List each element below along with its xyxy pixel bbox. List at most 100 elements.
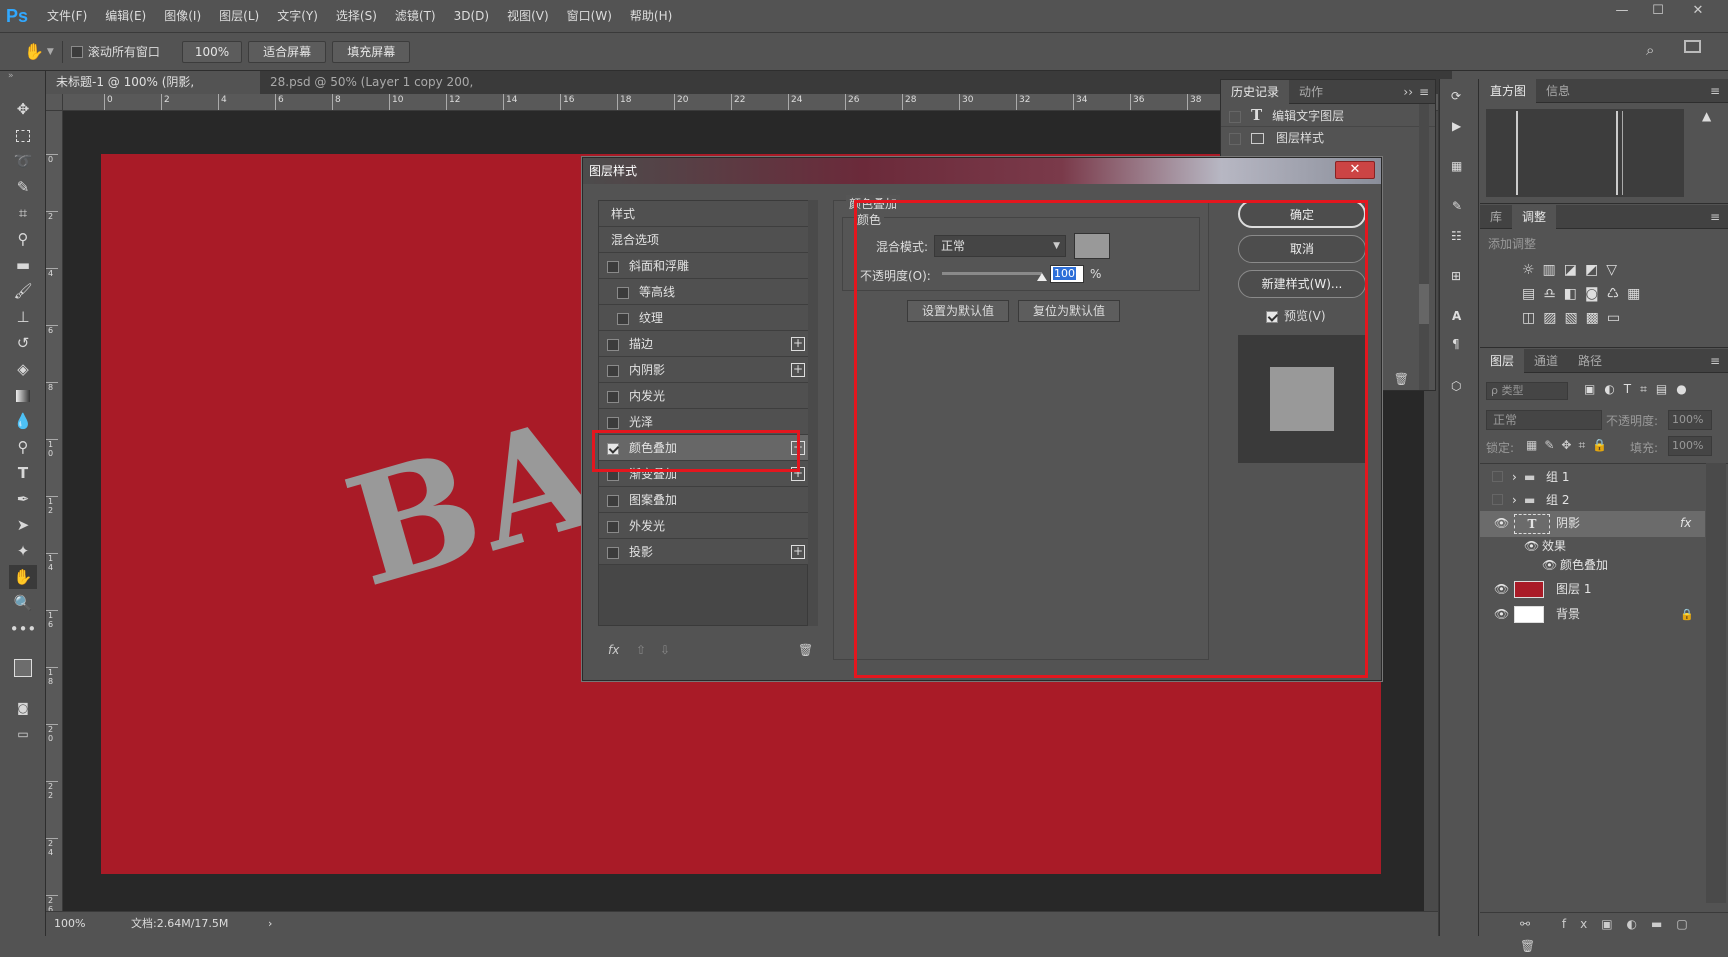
style-checkbox[interactable] [617, 286, 629, 299]
menu-item[interactable]: 3D(D) [445, 0, 498, 33]
menu-item[interactable]: 视图(V) [498, 0, 558, 33]
hand-tool-icon[interactable]: ✋ [24, 42, 44, 61]
style-checkbox[interactable] [607, 546, 619, 559]
clone-stamp-icon[interactable]: ⊥ [9, 305, 37, 329]
effects-row[interactable]: 👁 效果 [1480, 537, 1705, 556]
layer-row-group[interactable]: › ▬ 组 1 [1480, 465, 1705, 490]
layer-footer-icons[interactable]: ⚯ fx▣◐▬▢🗑 [1480, 912, 1728, 953]
hand-tool-selected-icon[interactable]: ✋ [9, 565, 37, 589]
tab-layers[interactable]: 图层 [1480, 349, 1525, 373]
panel-menu-icon[interactable]: ≡ [1419, 80, 1429, 104]
tab-paths[interactable]: 路径 [1568, 349, 1612, 373]
chevron-right-icon[interactable]: › [1512, 465, 1517, 490]
arrow-up-icon[interactable]: ⇧ [636, 643, 646, 657]
opacity-input[interactable]: 100% [1668, 410, 1712, 430]
clone-source-icon[interactable]: ⊞ [1451, 269, 1461, 283]
chevron-down-icon[interactable]: ▼ [47, 47, 54, 57]
tab-adjustments[interactable]: 调整 [1512, 205, 1557, 229]
panel-menu-icon[interactable]: ≡ [1710, 79, 1720, 103]
style-checkbox[interactable] [607, 390, 619, 403]
style-item[interactable]: 外发光 [599, 513, 809, 539]
eraser-tool-icon[interactable]: ◈ [9, 357, 37, 381]
warning-icon[interactable]: ▲ [1702, 109, 1711, 123]
style-checkbox[interactable] [607, 520, 619, 533]
doc-tab[interactable]: 28.psd @ 50% (Layer 1 copy 200, RGB/8) *… [260, 71, 520, 112]
layer-filter-select[interactable]: ρ 类型 [1486, 382, 1568, 400]
eye-icon[interactable]: 👁 [1542, 556, 1557, 575]
brush-tool-icon[interactable]: 🖌 [9, 279, 37, 303]
trash-icon[interactable]: 🗑 [1394, 372, 1409, 386]
fx-icon[interactable]: fx [1680, 511, 1691, 536]
style-item[interactable]: 图案叠加 [599, 487, 809, 513]
path-select-icon[interactable]: ➤ [9, 513, 37, 537]
menu-item[interactable]: 窗口(W) [558, 0, 621, 33]
style-checkbox[interactable] [607, 416, 619, 429]
add-effect-icon[interactable]: + [791, 545, 805, 559]
screen-mode-icon[interactable]: ▭ [9, 722, 37, 746]
fit-screen-button[interactable]: 适合屏幕 [248, 40, 327, 63]
menu-item[interactable]: 图像(I) [155, 0, 210, 33]
brush-preset-icon[interactable]: ✎ [1452, 199, 1462, 213]
panel-menu-icon[interactable]: ≡ [1710, 349, 1720, 373]
tab-info[interactable]: 信息 [1536, 79, 1580, 103]
layer-row-selected[interactable]: 👁 T 阴影 fx [1480, 511, 1705, 537]
fill-input[interactable]: 100% [1668, 436, 1712, 456]
blur-tool-icon[interactable]: 💧 [9, 409, 37, 433]
arrow-down-icon[interactable]: ⇩ [660, 643, 670, 657]
adjustment-icons[interactable]: ☼▥◪◩▽ ▤♎◧◙♺▦ ◫▨▧▩▭ [1480, 258, 1728, 330]
menu-item[interactable]: 滤镜(T) [386, 0, 445, 33]
effect-row-color-overlay[interactable]: 👁 颜色叠加 [1480, 556, 1705, 575]
properties-icon[interactable]: ▦ [1451, 159, 1462, 173]
3d-icon[interactable]: ⬡ [1451, 379, 1461, 393]
fx-icon[interactable]: fx [608, 643, 619, 657]
style-checkbox[interactable] [607, 364, 619, 377]
quick-select-icon[interactable]: ✎ [9, 175, 37, 199]
zoom-100-button[interactable]: 100% [181, 40, 243, 63]
actions-play-icon[interactable]: ▶ [1452, 119, 1461, 133]
lock-icons[interactable]: ▦✎✥⌗🔒 [1526, 438, 1614, 453]
eye-icon[interactable]: 👁 [1494, 577, 1509, 602]
paragraph-icon[interactable]: ¶ [1452, 337, 1460, 351]
eyedropper-icon[interactable]: ⚲ [9, 227, 37, 251]
maximize-button[interactable]: ☐ [1640, 0, 1676, 22]
healing-brush-icon[interactable]: ▬ [9, 253, 37, 277]
eye-icon[interactable]: 👁 [1494, 602, 1509, 627]
style-checkbox[interactable] [607, 338, 619, 351]
tab-histogram[interactable]: 直方图 [1480, 79, 1537, 103]
style-item[interactable]: 内发光 [599, 383, 809, 409]
dodge-tool-icon[interactable]: ⚲ [9, 435, 37, 459]
menu-item[interactable]: 帮助(H) [621, 0, 681, 33]
style-item[interactable]: 内阴影 + [599, 357, 809, 383]
shape-tool-icon[interactable]: ✦ [9, 539, 37, 563]
character-icon[interactable]: A [1452, 309, 1461, 323]
menu-item[interactable]: 文字(Y) [268, 0, 327, 33]
panel-expand-icon[interactable]: ›› [1403, 80, 1413, 104]
crop-tool-icon[interactable]: ⌗ [9, 201, 37, 225]
eye-icon[interactable]: 👁 [1524, 537, 1539, 556]
history-item[interactable]: 图层样式 [1221, 127, 1435, 150]
sliders-icon[interactable]: ☷ [1451, 229, 1462, 243]
menu-item[interactable]: 图层(L) [210, 0, 268, 33]
eye-icon[interactable]: 👁 [1494, 511, 1509, 536]
style-item[interactable]: 混合选项 [599, 227, 809, 253]
marquee-tool-icon[interactable] [9, 123, 37, 147]
dialog-close-button[interactable]: ✕ [1335, 161, 1375, 179]
quick-mask-icon[interactable]: ◙ [9, 696, 37, 720]
status-zoom[interactable]: 100% [54, 912, 85, 936]
fill-screen-button[interactable]: 填充屏幕 [332, 40, 411, 63]
style-item[interactable]: 等高线 [599, 279, 809, 305]
tab-history[interactable]: 历史记录 [1221, 80, 1290, 104]
layer-filter-icons[interactable]: ▣◐T⌗▤● [1584, 382, 1696, 397]
style-checkbox[interactable] [607, 494, 619, 507]
gradient-tool-icon[interactable] [9, 383, 37, 407]
layer-row-group[interactable]: › ▬ 组 2 [1480, 488, 1705, 513]
add-effect-icon[interactable]: + [791, 337, 805, 351]
chevron-right-icon[interactable]: › [1512, 488, 1517, 513]
lasso-tool-icon[interactable]: ➰ [9, 149, 37, 173]
status-arrow[interactable]: › [268, 912, 272, 936]
style-checkbox[interactable] [607, 260, 619, 273]
pen-tool-icon[interactable]: ✒ [9, 487, 37, 511]
style-item[interactable]: 投影 + [599, 539, 809, 565]
style-item[interactable]: 纹理 [599, 305, 809, 331]
close-window-button[interactable]: ✕ [1680, 0, 1716, 22]
